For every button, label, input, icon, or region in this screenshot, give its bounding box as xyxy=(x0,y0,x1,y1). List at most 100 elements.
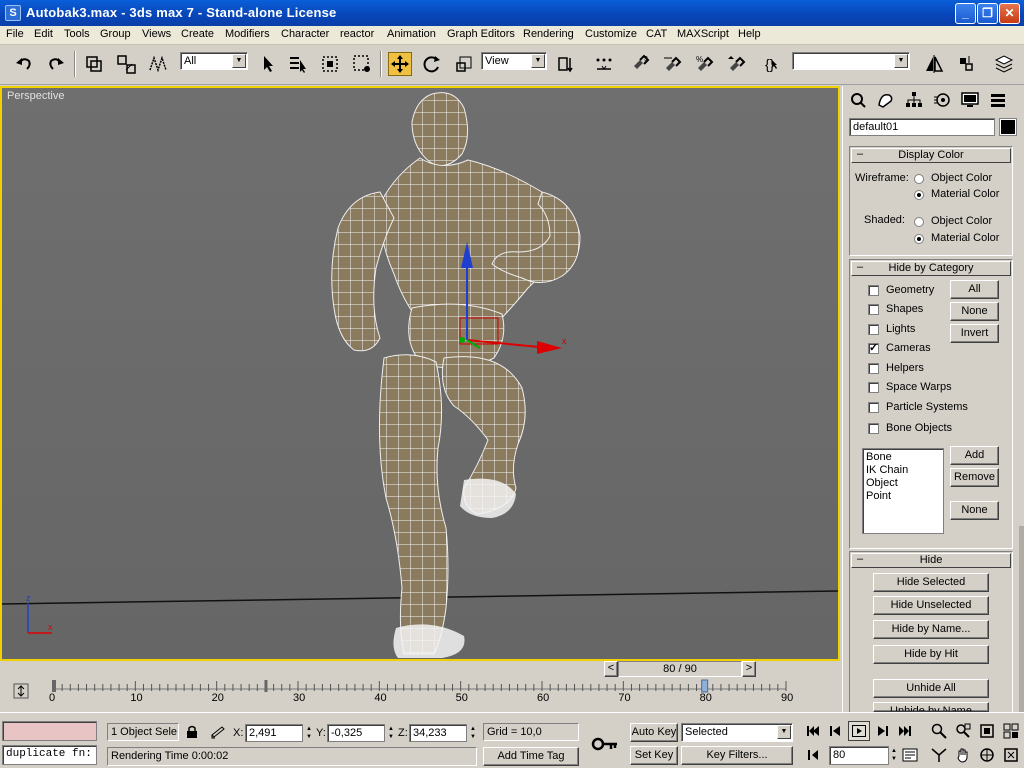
angle-snap-button[interactable] xyxy=(660,52,684,76)
set-key-big-button[interactable] xyxy=(586,723,624,765)
key-mode-toggle-button[interactable] xyxy=(802,745,824,765)
menu-group[interactable]: Group xyxy=(99,28,132,40)
spinner-snap-button[interactable] xyxy=(724,52,748,76)
edit-named-selection-button[interactable]: {} xyxy=(762,52,786,76)
select-object-button[interactable] xyxy=(256,52,280,76)
display-color-rollout-header[interactable]: – Display Color xyxy=(851,148,1011,163)
menu-customize[interactable]: Customize xyxy=(584,28,638,40)
category-checkbox-space-warps[interactable] xyxy=(868,382,879,393)
all-button[interactable]: All xyxy=(950,280,999,299)
menu-create[interactable]: Create xyxy=(180,28,215,40)
utilities-tab[interactable] xyxy=(987,89,1009,111)
coord-y-field[interactable]: -0,325 xyxy=(327,724,385,742)
snaps-toggle-button[interactable]: 3 xyxy=(628,52,652,76)
unhide-all-button[interactable]: Unhide All xyxy=(873,679,989,698)
command-panel-scrollbar[interactable] xyxy=(1019,526,1024,712)
redo-button[interactable] xyxy=(44,52,68,76)
hide-by-category-rollout-header[interactable]: – Hide by Category xyxy=(851,261,1011,276)
time-slider-track[interactable]: 80 / 90 xyxy=(618,661,742,677)
percent-snap-button[interactable]: % xyxy=(692,52,716,76)
shaded-material-color-radio[interactable] xyxy=(914,234,924,244)
menu-character[interactable]: Character xyxy=(280,28,330,40)
none-button[interactable]: None xyxy=(950,302,999,321)
select-and-manipulate-button[interactable] xyxy=(592,52,616,76)
zoom-button[interactable] xyxy=(928,721,950,741)
menu-cat[interactable]: CAT xyxy=(645,28,668,40)
menu-modifiers[interactable]: Modifiers xyxy=(224,28,271,40)
next-frame-arrow[interactable]: > xyxy=(742,661,756,677)
time-configuration-button[interactable] xyxy=(899,745,921,765)
select-and-scale-button[interactable] xyxy=(452,52,476,76)
shaded-object-color-radio[interactable] xyxy=(914,217,924,227)
window-crossing-button[interactable] xyxy=(350,52,374,76)
menu-edit[interactable]: Edit xyxy=(33,28,54,40)
remove-button[interactable]: Remove xyxy=(950,468,999,487)
category-checkbox-geometry[interactable] xyxy=(868,285,879,296)
bind-to-space-warp-button[interactable] xyxy=(146,52,170,76)
hide-by-hit-button[interactable]: Hide by Hit xyxy=(873,645,989,664)
coord-z-field[interactable]: 34,233 xyxy=(409,724,467,742)
align-button[interactable] xyxy=(954,52,978,76)
key-filters-button[interactable]: Key Filters... xyxy=(681,746,793,765)
coord-x-spinner[interactable]: ▲ ▼ xyxy=(305,725,313,743)
menu-rendering[interactable]: Rendering xyxy=(522,28,575,40)
field-of-view-button[interactable] xyxy=(928,745,950,765)
auto-key-button[interactable]: Auto Key xyxy=(630,723,678,742)
listbox-item[interactable]: Point xyxy=(866,490,940,503)
category-checkbox-bone-objects[interactable] xyxy=(868,423,879,434)
category-checkbox-cameras[interactable] xyxy=(868,341,879,354)
go-to-start-button[interactable] xyxy=(802,721,824,741)
close-button[interactable]: ✕ xyxy=(999,3,1020,24)
hierarchy-tab[interactable] xyxy=(903,89,925,111)
select-and-move-button[interactable] xyxy=(388,52,412,76)
zoom-extents-all-button[interactable] xyxy=(1000,721,1022,741)
perspective-viewport[interactable]: x x z Perspective xyxy=(0,86,840,661)
category-listbox[interactable]: Bone IK Chain Object Point xyxy=(862,448,944,534)
listbox-item[interactable]: IK Chain Object xyxy=(866,464,940,490)
coord-y-spinner[interactable]: ▲ ▼ xyxy=(387,725,395,743)
undo-button[interactable] xyxy=(12,52,36,76)
invert-button[interactable]: Invert xyxy=(950,324,999,343)
play-button[interactable] xyxy=(848,721,870,741)
object-color-swatch[interactable] xyxy=(999,118,1017,136)
maximize-viewport-button[interactable] xyxy=(1000,745,1022,765)
add-button[interactable]: Add xyxy=(950,446,999,465)
menu-graph-editors[interactable]: Graph Editors xyxy=(446,28,516,40)
previous-frame-button[interactable] xyxy=(825,721,847,741)
use-pivot-center-button[interactable] xyxy=(554,52,578,76)
motion-tab[interactable] xyxy=(931,89,953,111)
maxscript-listener-input[interactable]: duplicate fn: xyxy=(2,745,97,765)
select-and-link-button[interactable] xyxy=(82,52,106,76)
selection-filter-dropdown[interactable]: All ▼ xyxy=(180,52,248,70)
selection-lock-toggle[interactable] xyxy=(185,725,199,742)
current-frame-spinner[interactable]: ▲ ▼ xyxy=(890,747,898,765)
select-and-rotate-button[interactable] xyxy=(420,52,444,76)
go-to-end-button[interactable] xyxy=(894,721,916,741)
menu-animation[interactable]: Animation xyxy=(386,28,437,40)
wireframe-material-color-radio[interactable] xyxy=(914,190,924,200)
maximize-button[interactable]: ❐ xyxy=(977,3,998,24)
pan-button[interactable] xyxy=(952,745,974,765)
unlink-selection-button[interactable] xyxy=(114,52,138,76)
menu-reactor[interactable]: reactor xyxy=(339,28,375,40)
coord-z-spinner[interactable]: ▲ ▼ xyxy=(469,725,477,743)
display-tab[interactable] xyxy=(959,89,981,111)
mini-curve-editor-toggle[interactable] xyxy=(13,683,29,699)
next-frame-button[interactable] xyxy=(871,721,893,741)
maxscript-listener-output[interactable] xyxy=(2,721,97,741)
named-selection-sets-dropdown[interactable]: ▼ xyxy=(792,52,910,70)
current-frame-field[interactable]: 80 xyxy=(829,746,889,765)
category-checkbox-lights[interactable] xyxy=(868,324,879,335)
layer-manager-button[interactable] xyxy=(992,52,1016,76)
hide-rollout-header[interactable]: – Hide xyxy=(851,553,1011,568)
category-checkbox-helpers[interactable] xyxy=(868,363,879,374)
menu-maxscript[interactable]: MAXScript xyxy=(676,28,730,40)
category-checkbox-particle-systems[interactable] xyxy=(868,402,879,413)
menu-file[interactable]: File xyxy=(5,28,25,40)
minimize-button[interactable]: _ xyxy=(955,3,976,24)
listbox-item[interactable]: Bone xyxy=(866,451,940,464)
set-key-button[interactable]: Set Key xyxy=(630,746,678,765)
modify-tab[interactable] xyxy=(875,89,897,111)
add-time-tag-button[interactable]: Add Time Tag xyxy=(483,747,579,766)
key-mode-dropdown[interactable]: Selected ▼ xyxy=(681,723,793,742)
